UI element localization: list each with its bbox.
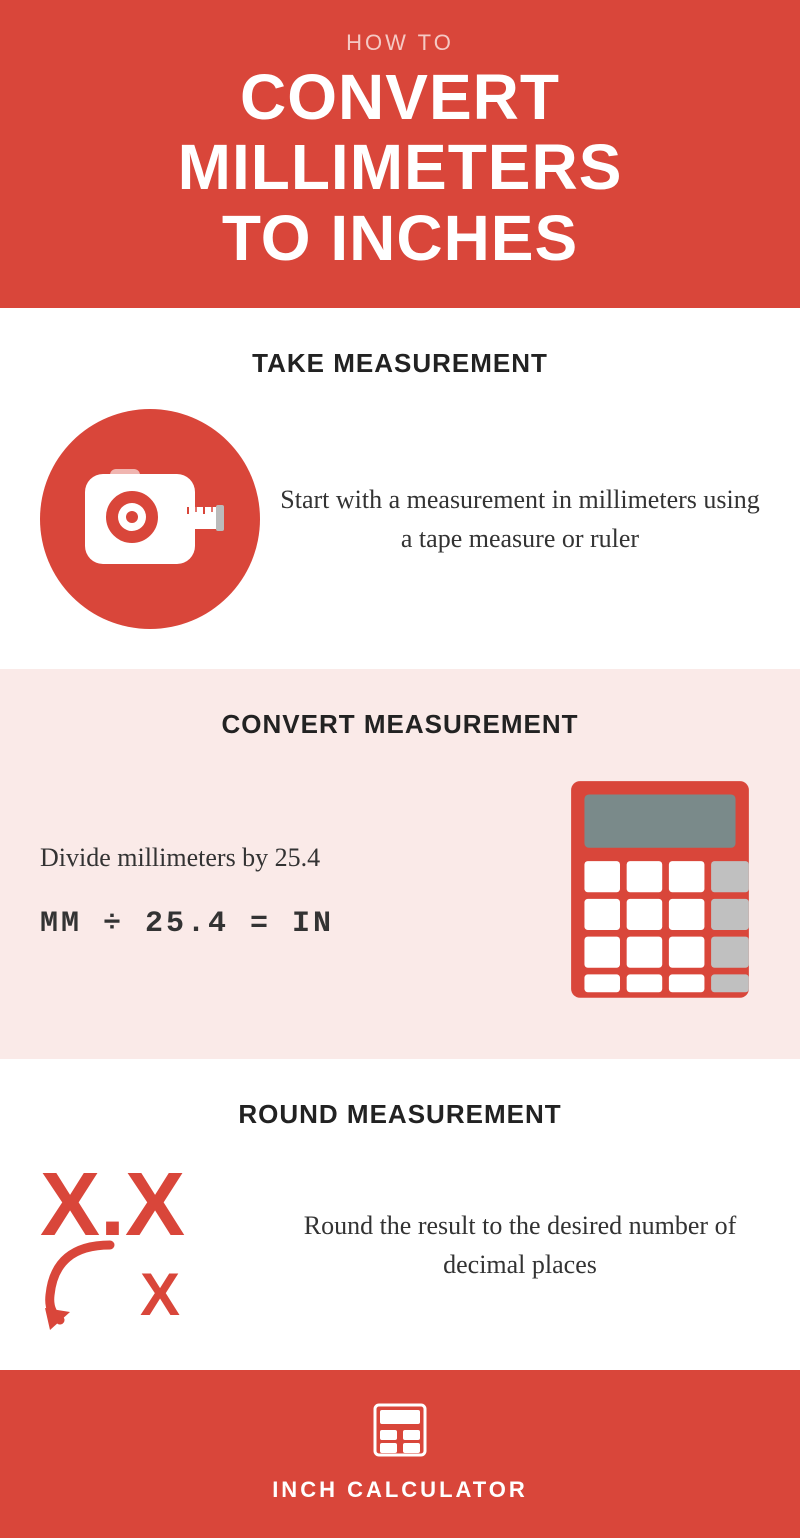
header-subtitle: HOW TO	[60, 30, 740, 56]
header: HOW TO CONVERT MILLIMETERS TO INCHES	[0, 0, 800, 308]
section-take: TAKE MEASUREMENT	[0, 308, 800, 669]
take-description: Start with a measurement in millimeters …	[280, 480, 760, 558]
round-description: Round the result to the desired number o…	[280, 1206, 760, 1284]
calculator-svg	[560, 770, 760, 1003]
header-title: CONVERT MILLIMETERS TO INCHES	[60, 62, 740, 273]
round-left: X.X X	[40, 1160, 260, 1330]
tape-measure-icon	[70, 449, 230, 589]
round-content: X.X X Round the result to the desired nu…	[40, 1160, 760, 1330]
footer: INCH CALCULATOR	[0, 1370, 800, 1538]
footer-calculator-icon	[370, 1400, 430, 1460]
take-measurement-title: TAKE MEASUREMENT	[40, 348, 760, 379]
convert-description: Divide millimeters by 25.4	[40, 838, 540, 877]
header-title-line2: TO INCHES	[222, 202, 578, 274]
take-content: Start with a measurement in millimeters …	[40, 409, 760, 629]
convert-content: Divide millimeters by 25.4 MM ÷ 25.4 = I…	[40, 770, 760, 1008]
header-title-line1: CONVERT MILLIMETERS	[178, 61, 623, 203]
convert-formula: MM ÷ 25.4 = IN	[40, 907, 540, 941]
round-xx-label: X.X	[40, 1160, 185, 1250]
round-arrow-x: X	[40, 1240, 180, 1330]
section-round: ROUND MEASUREMENT X.X X Round the result…	[0, 1059, 800, 1370]
tape-measure-circle	[40, 409, 260, 629]
curved-arrow-icon	[40, 1240, 140, 1330]
section-convert: CONVERT MEASUREMENT Divide millimeters b…	[0, 669, 800, 1058]
convert-left: Divide millimeters by 25.4 MM ÷ 25.4 = I…	[40, 838, 540, 941]
round-x-label: X	[140, 1265, 180, 1325]
convert-measurement-title: CONVERT MEASUREMENT	[40, 709, 760, 740]
round-measurement-title: ROUND MEASUREMENT	[40, 1099, 760, 1130]
footer-label: INCH CALCULATOR	[272, 1477, 528, 1503]
calculator-illustration	[560, 770, 760, 1008]
calculator-icon	[370, 1400, 430, 1465]
